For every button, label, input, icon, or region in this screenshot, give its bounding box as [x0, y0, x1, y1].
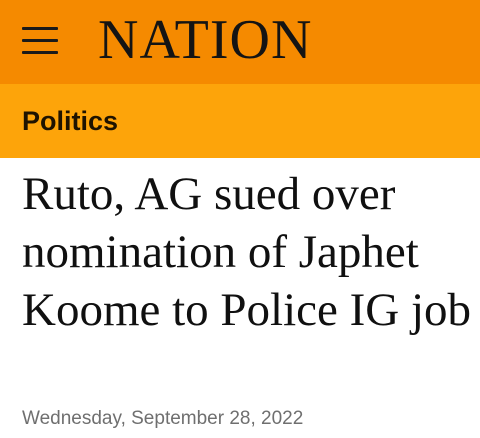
hamburger-menu-icon[interactable]	[22, 27, 58, 55]
site-header: NATION	[0, 0, 480, 84]
article-date: Wednesday, September 28, 2022	[22, 408, 304, 429]
section-label[interactable]: Politics	[22, 104, 118, 138]
article-headline: Ruto, AG sued over nomination of Japhet …	[22, 168, 472, 336]
site-logo[interactable]: NATION	[98, 8, 312, 72]
menu-bar	[22, 39, 58, 42]
menu-bar	[22, 27, 58, 30]
menu-bar	[22, 51, 58, 54]
